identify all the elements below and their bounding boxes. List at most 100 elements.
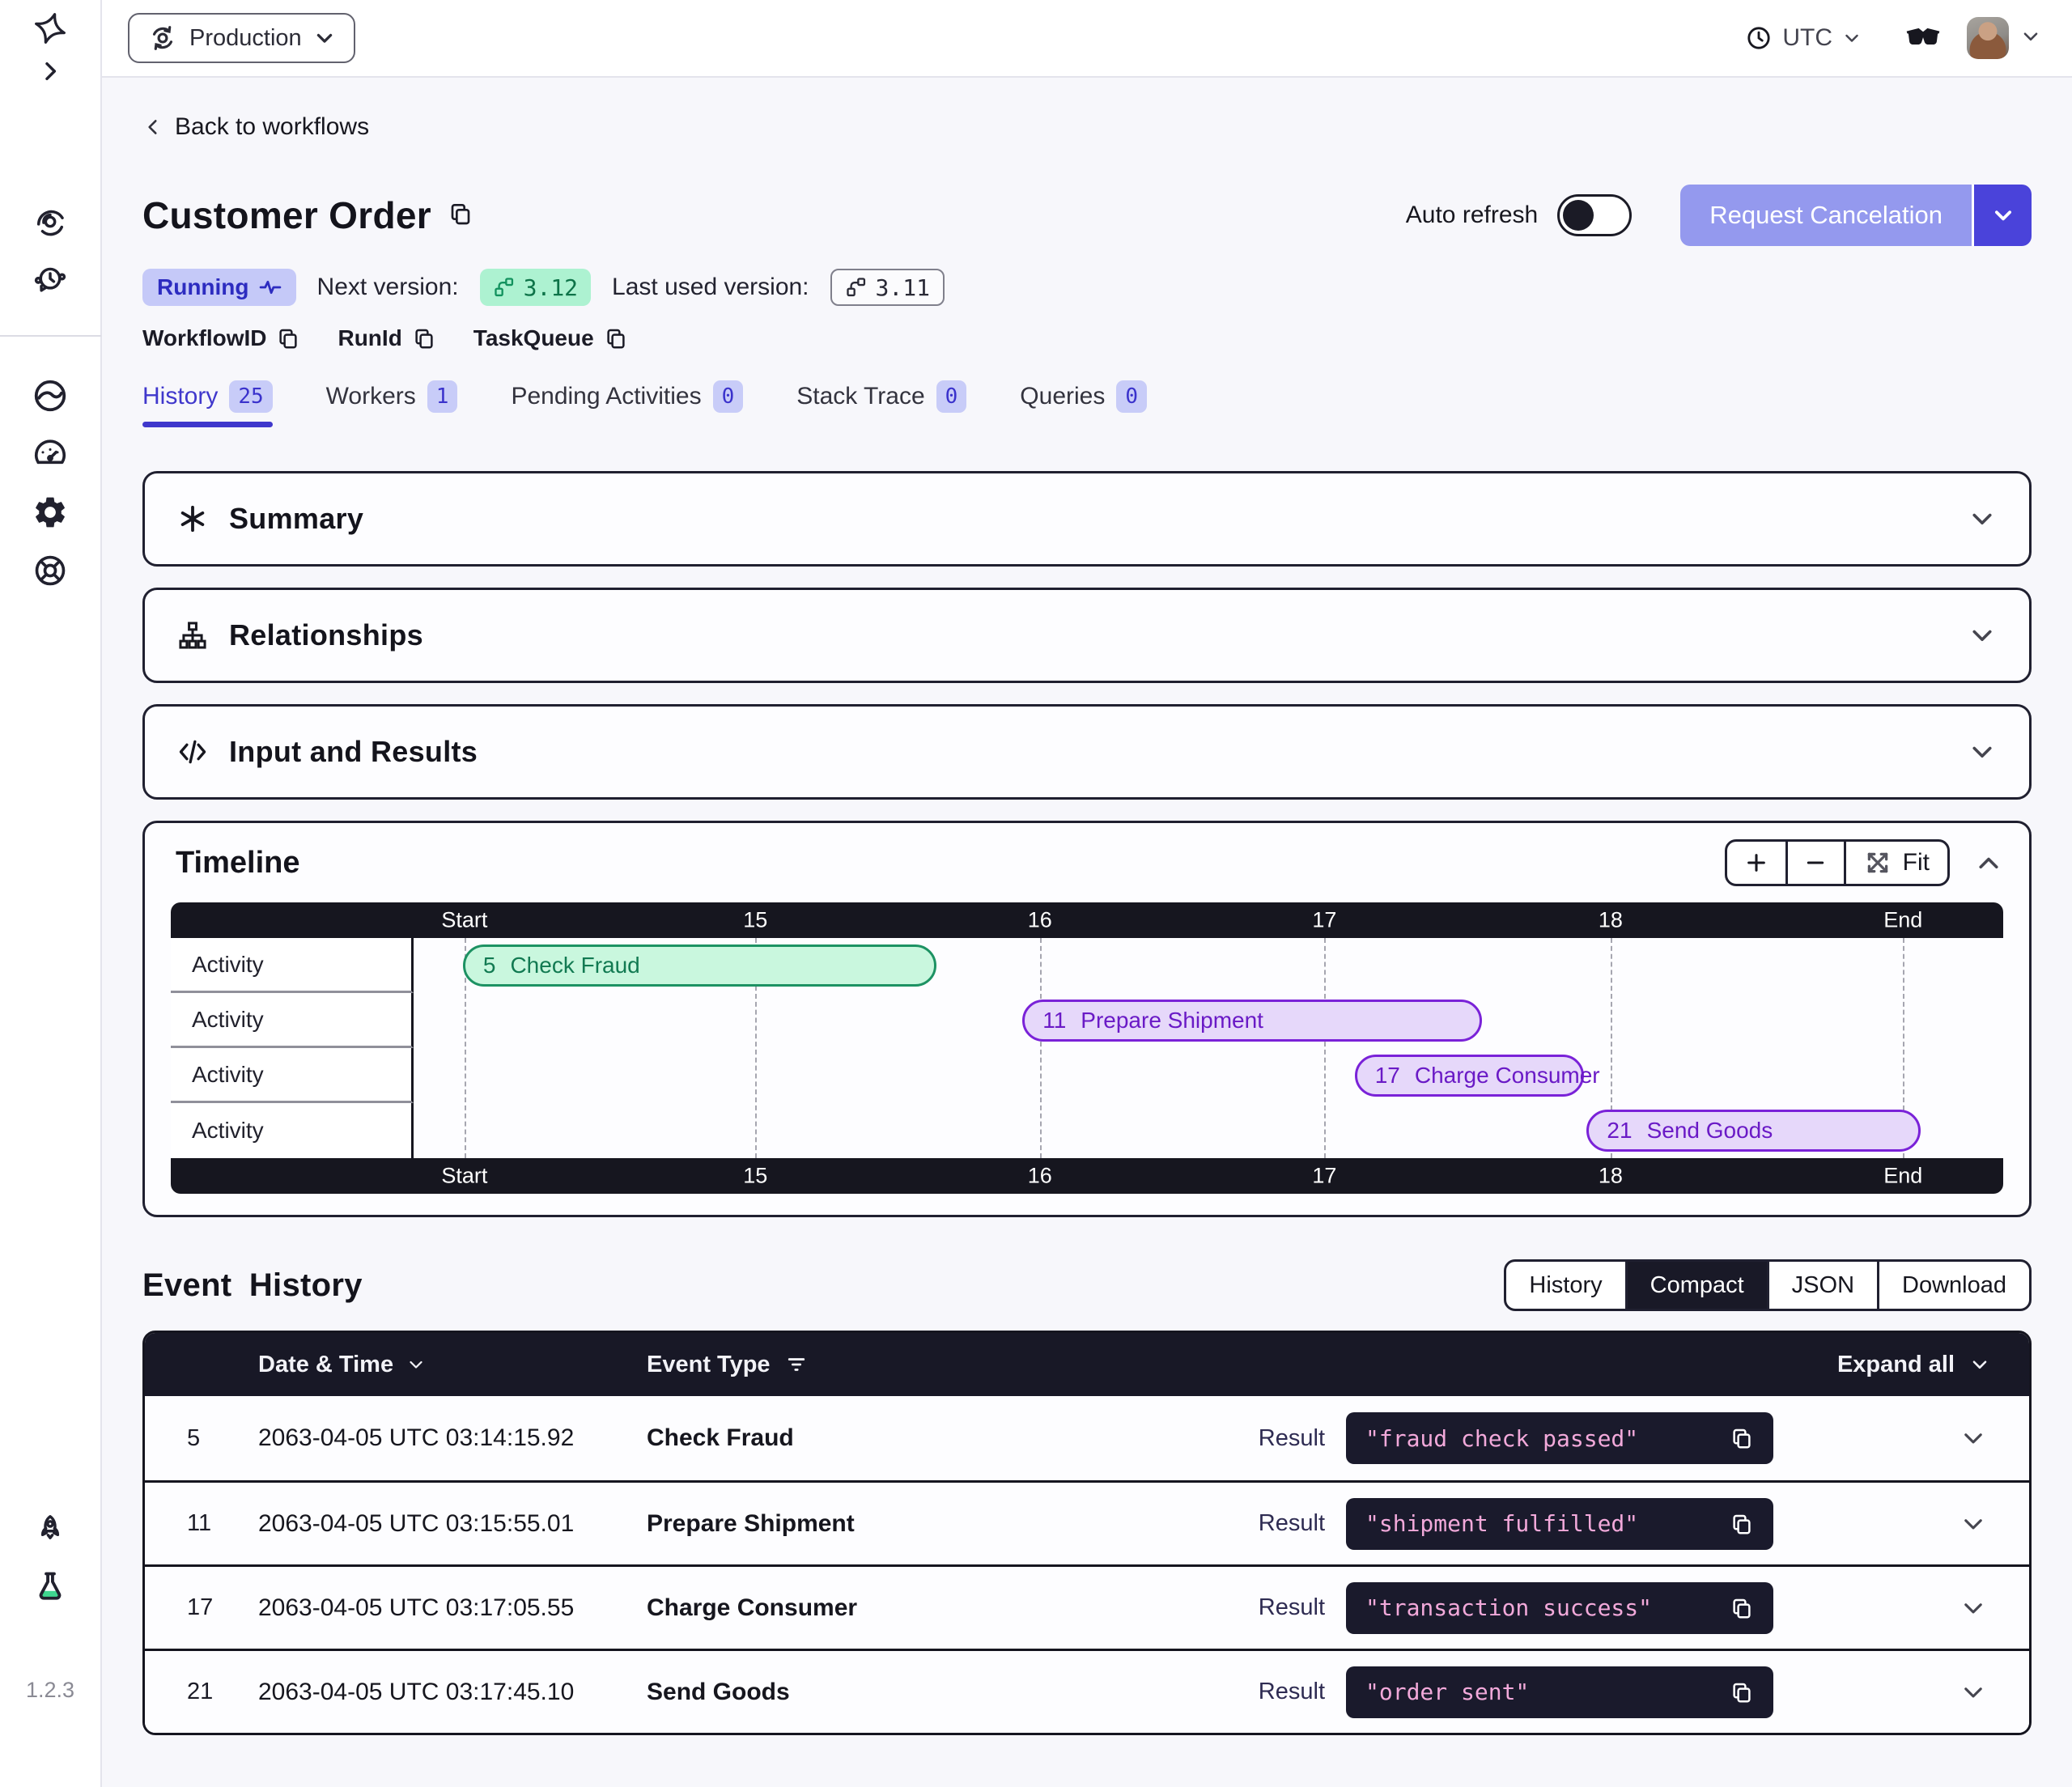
event-history-view-switcher: History Compact JSON Download bbox=[1504, 1259, 2032, 1311]
app-version: 1.2.3 bbox=[26, 1678, 74, 1703]
tab-pending-activities[interactable]: Pending Activities0 bbox=[511, 380, 743, 426]
result-label: Result bbox=[1259, 1679, 1325, 1705]
user-menu-chevron-icon[interactable] bbox=[2020, 26, 2041, 51]
column-event-type[interactable]: Event Type bbox=[647, 1352, 808, 1378]
download-button[interactable]: Download bbox=[1877, 1262, 2029, 1309]
settings-gear-icon[interactable] bbox=[32, 494, 69, 531]
chevron-down-icon[interactable] bbox=[1968, 621, 1997, 650]
filter-icon[interactable] bbox=[785, 1353, 808, 1376]
environment-selector[interactable]: Production bbox=[128, 13, 355, 63]
event-row[interactable]: 21 2063-04-05 UTC 03:17:45.10 Send Goods… bbox=[145, 1649, 2029, 1733]
auto-refresh-toggle[interactable] bbox=[1557, 194, 1632, 236]
dev-mode-glasses-icon[interactable] bbox=[1905, 26, 1941, 51]
branch-icon bbox=[845, 276, 868, 299]
copy-icon[interactable] bbox=[1730, 1680, 1754, 1704]
clock-icon bbox=[1745, 24, 1773, 52]
view-json-button[interactable]: JSON bbox=[1767, 1262, 1877, 1309]
loops-icon[interactable] bbox=[32, 377, 69, 414]
fit-button[interactable]: Fit bbox=[1844, 842, 1947, 884]
user-avatar[interactable] bbox=[1967, 17, 2009, 59]
tab-workers[interactable]: Workers1 bbox=[326, 380, 458, 426]
back-to-workflows-link[interactable]: Back to workflows bbox=[142, 113, 369, 141]
expand-all-button[interactable]: Expand all bbox=[1837, 1352, 1990, 1378]
event-type: Send Goods bbox=[647, 1679, 790, 1706]
timeline-zoom-controls: Fit bbox=[1725, 839, 1950, 886]
tab-stack-trace[interactable]: Stack Trace0 bbox=[796, 380, 966, 426]
status-badge: Running bbox=[142, 269, 296, 306]
event-type: Check Fraud bbox=[647, 1424, 794, 1452]
view-compact-button[interactable]: Compact bbox=[1625, 1262, 1767, 1309]
result-value-chip[interactable]: "order sent" bbox=[1346, 1666, 1773, 1718]
tab-count-badge: 1 bbox=[427, 380, 458, 413]
chevron-left-icon bbox=[142, 117, 163, 138]
event-row[interactable]: 11 2063-04-05 UTC 03:15:55.01 Prepare Sh… bbox=[145, 1480, 2029, 1564]
result-value: "transaction success" bbox=[1365, 1594, 1652, 1621]
last-used-version-badge: 3.11 bbox=[830, 269, 945, 306]
copy-icon[interactable] bbox=[1730, 1512, 1754, 1536]
tab-queries[interactable]: Queries0 bbox=[1020, 380, 1147, 426]
schedules-icon[interactable] bbox=[32, 262, 68, 298]
timeline-bar-charge-consumer[interactable]: 17Charge Consumer bbox=[1355, 1055, 1584, 1097]
event-table-header: Date & Time Event Type Expand all bbox=[145, 1333, 2029, 1396]
expand-row-chevron-icon[interactable] bbox=[1959, 1679, 1987, 1706]
event-row[interactable]: 17 2063-04-05 UTC 03:17:05.55 Charge Con… bbox=[145, 1564, 2029, 1649]
axis-tick: Start bbox=[441, 1164, 487, 1189]
expand-row-chevron-icon[interactable] bbox=[1959, 1510, 1987, 1538]
event-datetime: 2063-04-05 UTC 03:17:45.10 bbox=[258, 1679, 647, 1706]
input-results-section[interactable]: Input and Results bbox=[142, 704, 2032, 800]
back-label: Back to workflows bbox=[175, 113, 369, 141]
event-id: 17 bbox=[145, 1594, 258, 1621]
axis-tick: 17 bbox=[1312, 908, 1336, 933]
usage-gauge-icon[interactable] bbox=[32, 435, 69, 473]
copy-icon bbox=[276, 326, 300, 350]
next-version-label: Next version: bbox=[317, 274, 459, 301]
timeline-title: Timeline bbox=[176, 846, 299, 881]
copy-icon bbox=[604, 326, 628, 350]
axis-tick: 17 bbox=[1312, 1164, 1336, 1189]
rocket-icon[interactable] bbox=[32, 1513, 68, 1548]
zoom-out-button[interactable] bbox=[1785, 842, 1844, 884]
timezone-selector[interactable]: UTC bbox=[1745, 24, 1862, 52]
axis-tick: Start bbox=[441, 908, 487, 933]
timeline-row: Activity 5Check Fraud bbox=[171, 938, 2003, 993]
auto-refresh-label: Auto refresh bbox=[1406, 202, 1538, 229]
expand-row-chevron-icon[interactable] bbox=[1959, 1424, 1987, 1452]
run-id-copy[interactable]: RunId bbox=[338, 325, 435, 351]
namespace-icon[interactable] bbox=[32, 204, 68, 240]
result-value-chip[interactable]: "transaction success" bbox=[1346, 1582, 1773, 1634]
zoom-in-button[interactable] bbox=[1727, 842, 1785, 884]
column-date-time[interactable]: Date & Time bbox=[258, 1352, 647, 1378]
temporal-logo-icon[interactable] bbox=[32, 10, 69, 47]
result-value: "shipment fulfilled" bbox=[1365, 1510, 1638, 1537]
copy-icon[interactable] bbox=[1730, 1426, 1754, 1450]
chevron-down-icon bbox=[1969, 1354, 1990, 1375]
view-history-button[interactable]: History bbox=[1506, 1262, 1624, 1309]
copy-icon[interactable] bbox=[1730, 1596, 1754, 1620]
copy-title-icon[interactable] bbox=[448, 201, 473, 231]
timeline-section: Timeline Fit bbox=[142, 821, 2032, 1217]
task-queue-copy[interactable]: TaskQueue bbox=[473, 325, 628, 351]
request-cancelation-button[interactable]: Request Cancelation bbox=[1680, 185, 1972, 246]
chevron-down-icon[interactable] bbox=[1968, 737, 1997, 766]
timeline-row-label: Activity bbox=[171, 1048, 414, 1103]
expand-row-chevron-icon[interactable] bbox=[1959, 1594, 1987, 1622]
axis-tick: 15 bbox=[743, 1164, 767, 1189]
result-value-chip[interactable]: "fraud check passed" bbox=[1346, 1412, 1773, 1464]
timeline-bar-send-goods[interactable]: 21Send Goods bbox=[1586, 1110, 1920, 1152]
expand-rail-icon[interactable] bbox=[37, 58, 63, 84]
summary-section[interactable]: Summary bbox=[142, 471, 2032, 567]
workflow-id-copy[interactable]: WorkflowID bbox=[142, 325, 300, 351]
tab-history[interactable]: History25 bbox=[142, 380, 273, 426]
result-value-chip[interactable]: "shipment fulfilled" bbox=[1346, 1498, 1773, 1550]
request-cancelation-menu-button[interactable] bbox=[1972, 185, 2032, 246]
labs-flask-icon[interactable] bbox=[32, 1569, 68, 1605]
event-row[interactable]: 5 2063-04-05 UTC 03:14:15.92 Check Fraud… bbox=[145, 1396, 2029, 1480]
code-icon bbox=[177, 736, 208, 767]
chevron-down-icon[interactable] bbox=[1968, 504, 1997, 533]
support-icon[interactable] bbox=[32, 552, 69, 589]
fit-label: Fit bbox=[1903, 849, 1930, 877]
relationships-section[interactable]: Relationships bbox=[142, 588, 2032, 683]
timeline-bar-check-fraud[interactable]: 5Check Fraud bbox=[463, 944, 936, 987]
timeline-collapse-chevron-icon[interactable] bbox=[1974, 848, 2003, 877]
timeline-bar-prepare-shipment[interactable]: 11Prepare Shipment bbox=[1022, 1000, 1482, 1042]
